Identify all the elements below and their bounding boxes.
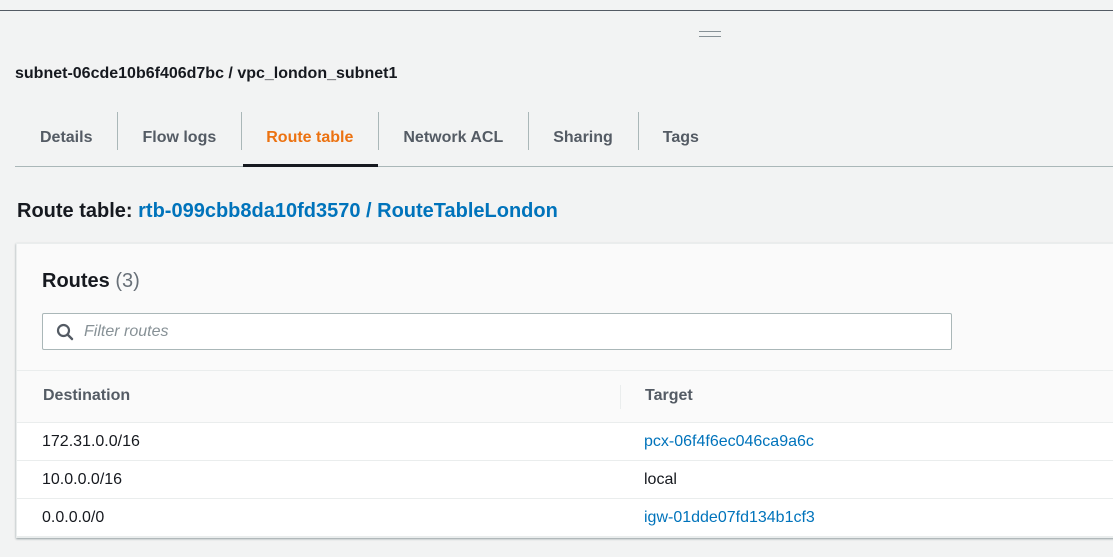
tab-tags[interactable]: Tags (637, 110, 724, 166)
routes-count: (3) (115, 270, 140, 292)
destination-cell: 10.0.0.0/16 (42, 471, 123, 488)
routes-heading: Routes (3) (42, 270, 140, 293)
column-divider[interactable] (620, 385, 621, 409)
table-header: Destination Target (17, 370, 1113, 423)
target-link[interactable]: pcx-06f4f6ec046ca9a6c (644, 433, 814, 450)
table-row: 10.0.0.0/16 local (17, 461, 1113, 499)
tab-route-table[interactable]: Route table (241, 110, 379, 167)
page-title: subnet-06cde10b6f406d7bc / vpc_london_su… (15, 65, 398, 82)
route-table-label: Route table: (17, 200, 133, 222)
filter-routes-field[interactable] (42, 313, 952, 350)
column-header-destination[interactable]: Destination (43, 387, 130, 405)
search-icon (56, 323, 74, 340)
column-header-target[interactable]: Target (645, 387, 693, 405)
table-row: 0.0.0.0/0 igw-01dde07fd134b1cf3 (17, 499, 1113, 537)
tab-details[interactable]: Details (15, 110, 117, 166)
target-link[interactable]: igw-01dde07fd134b1cf3 (644, 509, 815, 526)
resize-handle-icon[interactable] (699, 31, 721, 37)
destination-cell: 0.0.0.0/0 (42, 509, 105, 526)
destination-cell: 172.31.0.0/16 (42, 433, 140, 450)
tab-sharing[interactable]: Sharing (528, 110, 638, 166)
routes-title: Routes (42, 270, 110, 292)
top-divider (0, 10, 1113, 11)
tab-flow-logs[interactable]: Flow logs (117, 110, 241, 166)
route-table-heading: Route table: rtb-099cbb8da10fd3570 / Rou… (17, 200, 558, 223)
route-table-link[interactable]: rtb-099cbb8da10fd3570 / RouteTableLondon (138, 200, 558, 222)
tab-bar: Details Flow logs Route table Network AC… (15, 110, 1113, 167)
table-row: 172.31.0.0/16 pcx-06f4f6ec046ca9a6c (17, 423, 1113, 461)
tab-network-acl[interactable]: Network ACL (378, 110, 528, 166)
target-cell: local (644, 471, 677, 488)
routes-panel: Routes (3) Destination Target 172.31.0.0… (16, 243, 1113, 538)
filter-routes-input[interactable] (84, 322, 884, 341)
